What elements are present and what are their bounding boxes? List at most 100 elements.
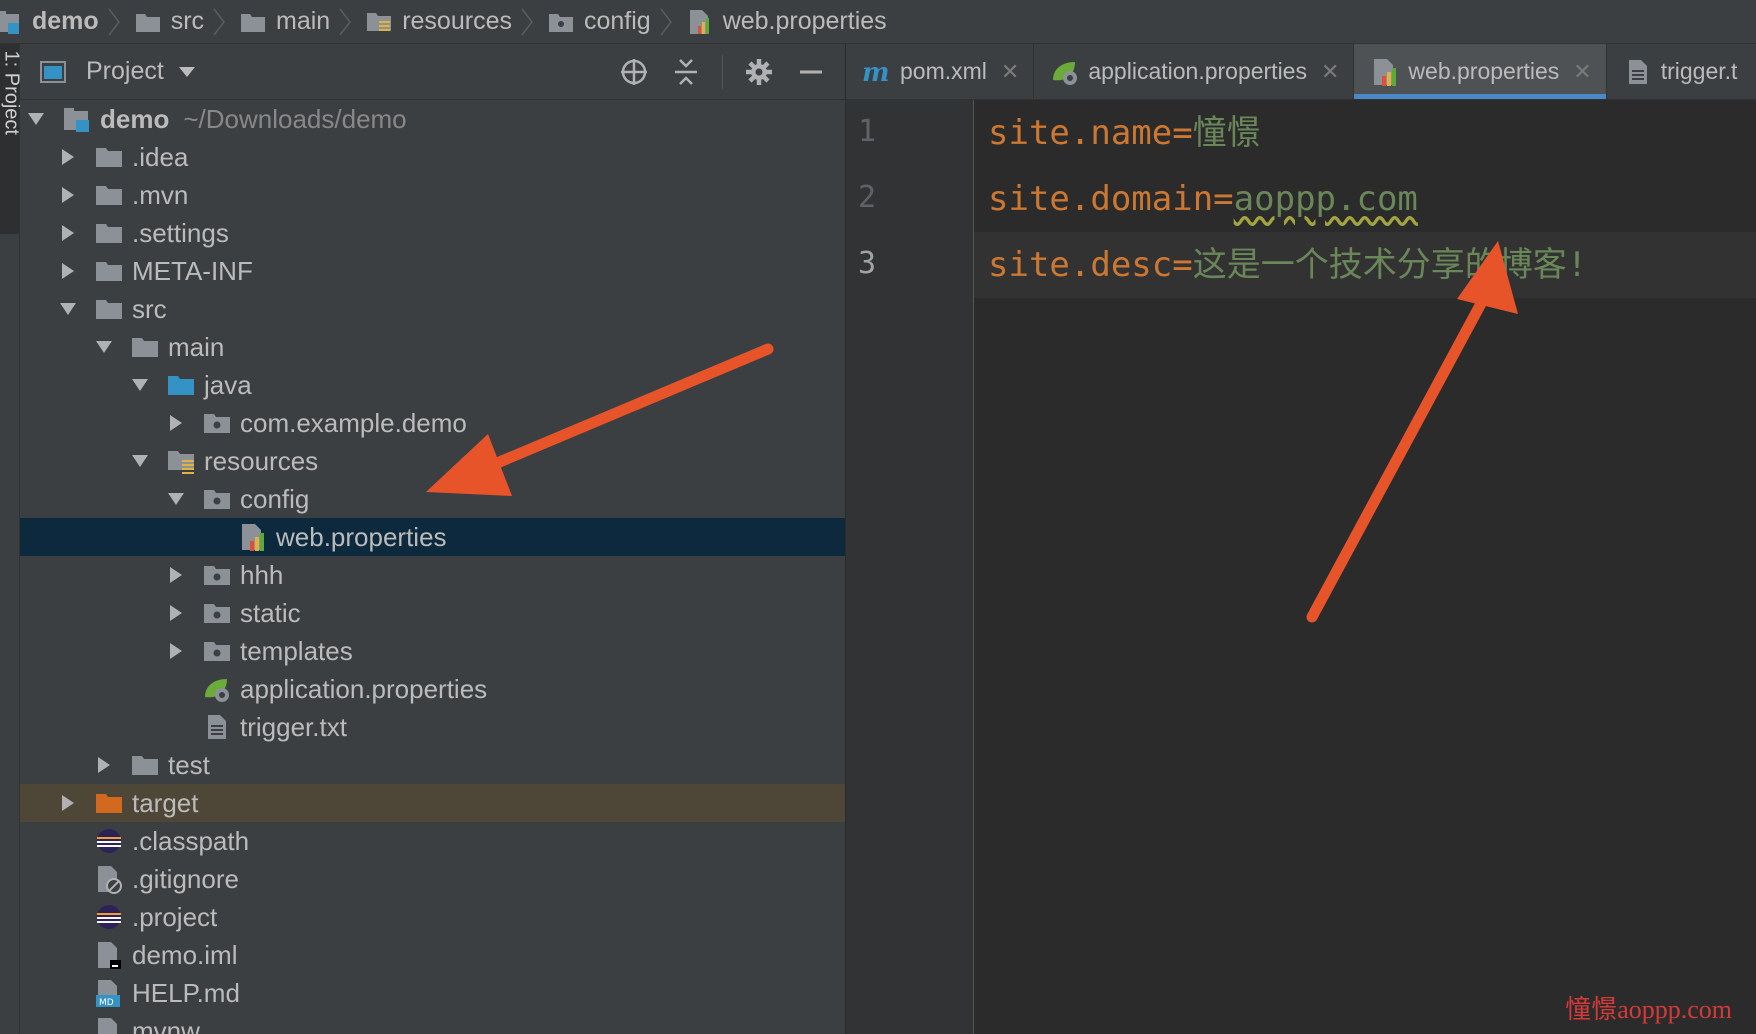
resources-folder-icon	[166, 446, 196, 476]
tree-item-demo[interactable]: demo ~/Downloads/demo	[20, 100, 845, 138]
folder-icon	[94, 180, 124, 210]
collapsed-arrow-icon[interactable]	[58, 261, 78, 281]
collapsed-arrow-icon[interactable]	[58, 223, 78, 243]
breadcrumb-item-src[interactable]: src	[127, 0, 204, 43]
breadcrumb-item-main[interactable]: main	[232, 0, 330, 43]
line-number-gutter: 1 2 3	[846, 100, 974, 1034]
collapsed-arrow-icon[interactable]	[58, 793, 78, 813]
script-file-icon	[94, 1016, 124, 1034]
tree-item-main[interactable]: main	[20, 328, 845, 366]
tree-item-project[interactable]: .project	[20, 898, 845, 936]
maven-icon: m	[862, 57, 892, 87]
expanded-arrow-icon[interactable]	[166, 489, 186, 509]
text-file-icon	[202, 712, 232, 742]
tree-item-label: static	[240, 597, 301, 628]
tree-item-trigger-txt[interactable]: trigger.txt	[20, 708, 845, 746]
properties-file-icon	[685, 7, 715, 37]
collapsed-arrow-icon[interactable]	[166, 641, 186, 661]
markdown-file-icon: MD	[94, 978, 124, 1008]
tree-item-web-properties[interactable]: web.properties	[20, 518, 845, 556]
hide-panel-button[interactable]	[789, 50, 833, 94]
tree-item-classpath[interactable]: .classpath	[20, 822, 845, 860]
package-icon	[202, 560, 232, 590]
tree-item-settings[interactable]: .settings	[20, 214, 845, 252]
breadcrumb-label: resources	[402, 7, 512, 35]
tree-item-test[interactable]: test	[20, 746, 845, 784]
tree-item-label: META-INF	[132, 255, 253, 286]
tree-item-gitignore[interactable]: .gitignore	[20, 860, 845, 898]
close-icon[interactable]: ✕	[1001, 59, 1019, 85]
breadcrumb-label: web.properties	[722, 7, 887, 35]
svg-text:m: m	[862, 60, 890, 84]
code-line-current[interactable]: site.desc=这是一个技术分享的博客!	[974, 232, 1756, 298]
tree-item-mvn[interactable]: .mvn	[20, 176, 845, 214]
tree-item-mvnw[interactable]: mvnw	[20, 1012, 845, 1034]
tab-trigger-txt[interactable]: trigger.t	[1607, 44, 1752, 99]
line-number: 3	[858, 246, 877, 281]
tree-item-src[interactable]: src	[20, 290, 845, 328]
code-line[interactable]: site.name=憧憬	[974, 100, 1756, 166]
tab-pom-xml[interactable]: m pom.xml ✕	[846, 44, 1035, 99]
project-panel-toolbar	[604, 44, 833, 100]
breadcrumb-item-config[interactable]: config	[540, 0, 651, 43]
tree-item-application-properties[interactable]: application.properties	[20, 670, 845, 708]
property-separator: =	[1213, 179, 1234, 219]
tree-item-hhh[interactable]: hhh	[20, 556, 845, 594]
collapsed-arrow-icon[interactable]	[94, 755, 114, 775]
chevron-right-icon	[213, 8, 225, 35]
expanded-arrow-icon[interactable]	[26, 109, 46, 129]
tree-item-com-example-demo[interactable]: com.example.demo	[20, 404, 845, 442]
tab-label: trigger.t	[1660, 58, 1738, 84]
collapse-all-button[interactable]	[664, 50, 708, 94]
collapsed-arrow-icon[interactable]	[58, 147, 78, 167]
breadcrumb-item-web-properties[interactable]: web.properties	[679, 0, 887, 43]
project-panel-title: Project	[86, 57, 164, 85]
watermark: 憧憬aoppp.com	[1565, 995, 1732, 1024]
tree-item-config[interactable]: config	[20, 480, 845, 518]
expanded-arrow-icon[interactable]	[130, 375, 150, 395]
locate-button[interactable]	[612, 50, 656, 94]
collapsed-arrow-icon[interactable]	[58, 185, 78, 205]
tree-item-label: web.properties	[276, 521, 447, 552]
tree-item-templates[interactable]: templates	[20, 632, 845, 670]
line-number: 1	[858, 114, 877, 149]
code-editor[interactable]: 1 2 3 site.name=憧憬 site.domain=aoppp.com…	[846, 100, 1756, 1034]
collapsed-arrow-icon[interactable]	[166, 413, 186, 433]
tree-item-meta-inf[interactable]: META-INF	[20, 252, 845, 290]
module-icon	[62, 104, 92, 134]
caret-down-icon	[178, 66, 195, 77]
tab-application-properties[interactable]: application.properties ✕	[1034, 44, 1355, 99]
close-icon[interactable]: ✕	[1573, 59, 1591, 85]
package-icon	[202, 484, 232, 514]
tool-window-strip: 1: Project	[0, 44, 23, 1034]
tree-item-label: HELP.md	[132, 977, 240, 1008]
expanded-arrow-icon[interactable]	[94, 337, 114, 357]
collapsed-arrow-icon[interactable]	[166, 603, 186, 623]
tree-item-help-md[interactable]: MD HELP.md	[20, 974, 845, 1012]
property-value: aoppp.com	[1233, 179, 1418, 219]
settings-button[interactable]	[737, 50, 781, 94]
breadcrumb-item-resources[interactable]: resources	[358, 0, 512, 43]
project-tool-window-tab[interactable]: 1: Project	[0, 44, 23, 234]
expanded-arrow-icon[interactable]	[130, 451, 150, 471]
breadcrumb-label: demo	[32, 7, 99, 35]
breadcrumb-item-demo[interactable]: demo	[0, 0, 99, 43]
project-view-selector[interactable]: Project	[38, 57, 196, 87]
code-line[interactable]: site.domain=aoppp.com	[974, 166, 1756, 232]
expanded-arrow-icon[interactable]	[58, 299, 78, 319]
tab-label: pom.xml	[900, 58, 987, 84]
tree-item-path: ~/Downloads/demo	[183, 103, 407, 134]
tree-item-java[interactable]: java	[20, 366, 845, 404]
tab-web-properties[interactable]: web.properties ✕	[1354, 44, 1607, 99]
module-icon	[0, 7, 24, 37]
tree-item-label: .idea	[132, 141, 189, 172]
tree-item-label: demo.iml	[132, 939, 238, 970]
line-number: 2	[858, 180, 877, 215]
tree-item-resources[interactable]: resources	[20, 442, 845, 480]
tree-item-target[interactable]: target	[20, 784, 845, 822]
close-icon[interactable]: ✕	[1321, 59, 1339, 85]
tree-item-idea[interactable]: .idea	[20, 138, 845, 176]
collapsed-arrow-icon[interactable]	[166, 565, 186, 585]
tree-item-demo-iml[interactable]: demo.iml	[20, 936, 845, 974]
tree-item-static[interactable]: static	[20, 594, 845, 632]
